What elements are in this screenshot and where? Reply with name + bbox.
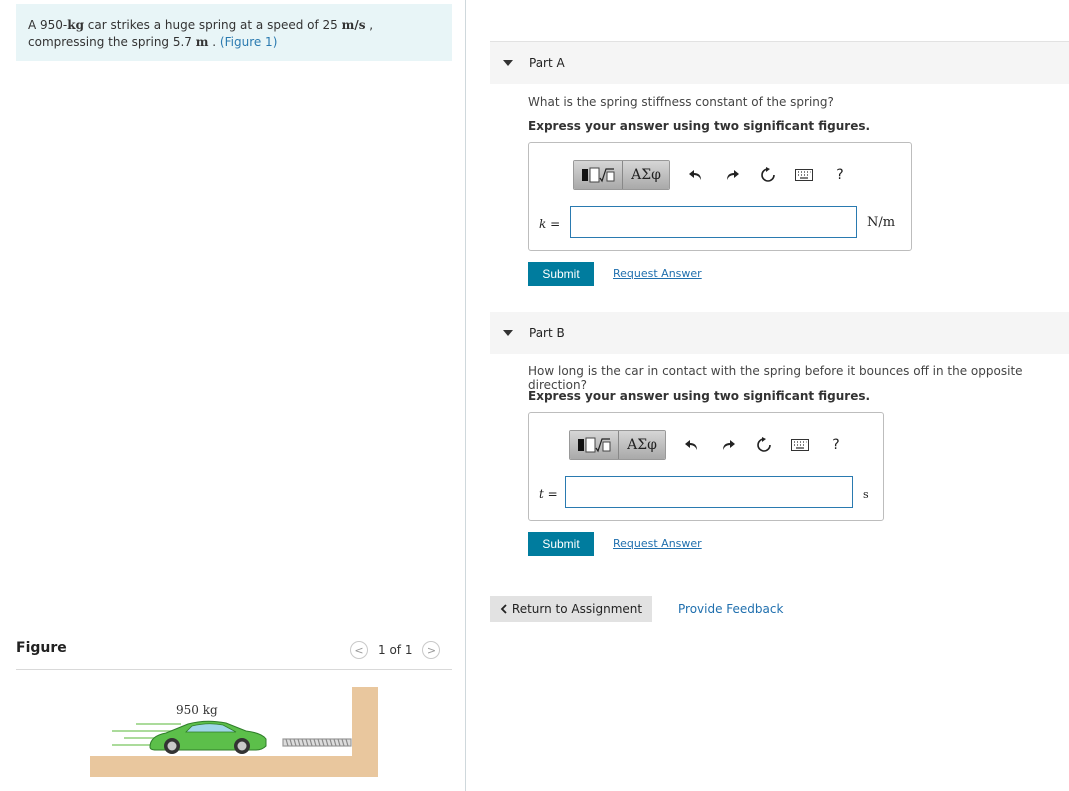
chevron-left-icon: < bbox=[354, 643, 364, 657]
math-toolbar: ΑΣφ ? bbox=[569, 430, 846, 460]
help-icon: ? bbox=[836, 167, 844, 183]
problem-text-4: . bbox=[208, 35, 220, 49]
undo-icon bbox=[689, 170, 701, 180]
next-figure-button[interactable]: > bbox=[422, 641, 441, 659]
ground bbox=[90, 756, 378, 777]
part-a-submit-button[interactable]: Submit bbox=[528, 262, 594, 286]
spring bbox=[282, 738, 352, 747]
problem-text-1: A 950- bbox=[28, 18, 68, 32]
collapse-triangle-icon bbox=[503, 60, 513, 66]
reset-button[interactable] bbox=[758, 165, 778, 185]
undo-button[interactable] bbox=[686, 165, 706, 185]
figure-link[interactable]: (Figure 1) bbox=[220, 35, 277, 49]
part-b-header[interactable]: Part B bbox=[490, 312, 1069, 354]
reset-button[interactable] bbox=[754, 435, 774, 455]
help-icon: ? bbox=[832, 437, 840, 453]
greek-symbols-icon: ΑΣφ bbox=[631, 167, 661, 183]
templates-icon bbox=[582, 167, 615, 183]
part-b-request-answer-link[interactable]: Request Answer bbox=[613, 537, 702, 550]
column-divider bbox=[465, 0, 466, 791]
collapse-triangle-icon bbox=[503, 330, 513, 336]
problem-statement: A 950-kg car strikes a huge spring at a … bbox=[16, 4, 452, 61]
help-button[interactable]: ? bbox=[830, 165, 850, 185]
undo-icon bbox=[685, 440, 697, 450]
greek-symbols-button[interactable]: ΑΣφ bbox=[623, 161, 669, 189]
chevron-left-icon bbox=[500, 604, 507, 614]
reset-icon bbox=[757, 437, 771, 452]
toolbar-group: ΑΣφ bbox=[573, 160, 670, 190]
templates-button[interactable] bbox=[570, 431, 619, 459]
keyboard-button[interactable] bbox=[794, 165, 814, 185]
help-button[interactable]: ? bbox=[826, 435, 846, 455]
part-b-answer-box: ΑΣφ ? t = s bbox=[528, 412, 884, 521]
mass-unit: kg bbox=[67, 18, 84, 32]
part-b-unit: s bbox=[863, 488, 869, 501]
part-a-answer-input[interactable] bbox=[570, 206, 857, 238]
redo-icon bbox=[723, 440, 735, 450]
pager-count: 1 of 1 bbox=[378, 643, 413, 657]
math-toolbar: ΑΣφ ? bbox=[573, 160, 850, 190]
part-a-variable: k = bbox=[539, 217, 561, 231]
redo-button[interactable] bbox=[722, 165, 742, 185]
part-a-instruction: Express your answer using two significan… bbox=[528, 119, 871, 133]
provide-feedback-link[interactable]: Provide Feedback bbox=[678, 602, 783, 616]
templates-icon bbox=[578, 437, 611, 453]
greek-symbols-button[interactable]: ΑΣφ bbox=[619, 431, 665, 459]
part-a-unit: N/m bbox=[867, 215, 896, 230]
car-spring-figure: 950 kg bbox=[90, 687, 378, 777]
redo-icon bbox=[727, 170, 739, 180]
part-a-request-answer-link[interactable]: Request Answer bbox=[613, 267, 702, 280]
part-a-header[interactable]: Part A bbox=[490, 42, 1069, 84]
toolbar-group: ΑΣφ bbox=[569, 430, 666, 460]
part-a-question: What is the spring stiffness constant of… bbox=[528, 95, 834, 109]
length-unit: m bbox=[195, 35, 209, 49]
car bbox=[149, 720, 267, 754]
part-b-question: How long is the car in contact with the … bbox=[528, 364, 1023, 392]
part-b-instruction: Express your answer using two significan… bbox=[528, 389, 871, 403]
reset-icon bbox=[761, 167, 775, 182]
prev-figure-button[interactable]: < bbox=[350, 641, 368, 659]
figure-title: Figure bbox=[16, 640, 67, 656]
speed-unit: m/s bbox=[341, 18, 366, 32]
chevron-right-icon: > bbox=[426, 643, 437, 657]
problem-text-2: car strikes a huge spring at a speed of … bbox=[83, 18, 342, 32]
greek-symbols-icon: ΑΣφ bbox=[627, 437, 657, 453]
wall bbox=[352, 687, 378, 757]
return-to-assignment-button[interactable]: Return to Assignment bbox=[490, 596, 652, 622]
return-label: Return to Assignment bbox=[511, 602, 643, 616]
keyboard-button[interactable] bbox=[790, 435, 810, 455]
part-b-submit-button[interactable]: Submit bbox=[528, 532, 594, 556]
part-b-variable: t = bbox=[539, 487, 558, 501]
keyboard-icon bbox=[791, 439, 809, 451]
car-mass-label: 950 kg bbox=[176, 703, 218, 717]
part-a-label: Part A bbox=[529, 56, 565, 70]
part-b-answer-input[interactable] bbox=[565, 476, 853, 508]
keyboard-icon bbox=[795, 169, 813, 181]
redo-button[interactable] bbox=[718, 435, 738, 455]
figure-pager: < 1 of 1 > bbox=[350, 640, 441, 660]
part-a-answer-box: ΑΣφ ? k = N/m bbox=[528, 142, 912, 251]
templates-button[interactable] bbox=[574, 161, 623, 189]
figure-divider bbox=[16, 669, 452, 670]
undo-button[interactable] bbox=[682, 435, 702, 455]
part-b-label: Part B bbox=[529, 326, 565, 340]
